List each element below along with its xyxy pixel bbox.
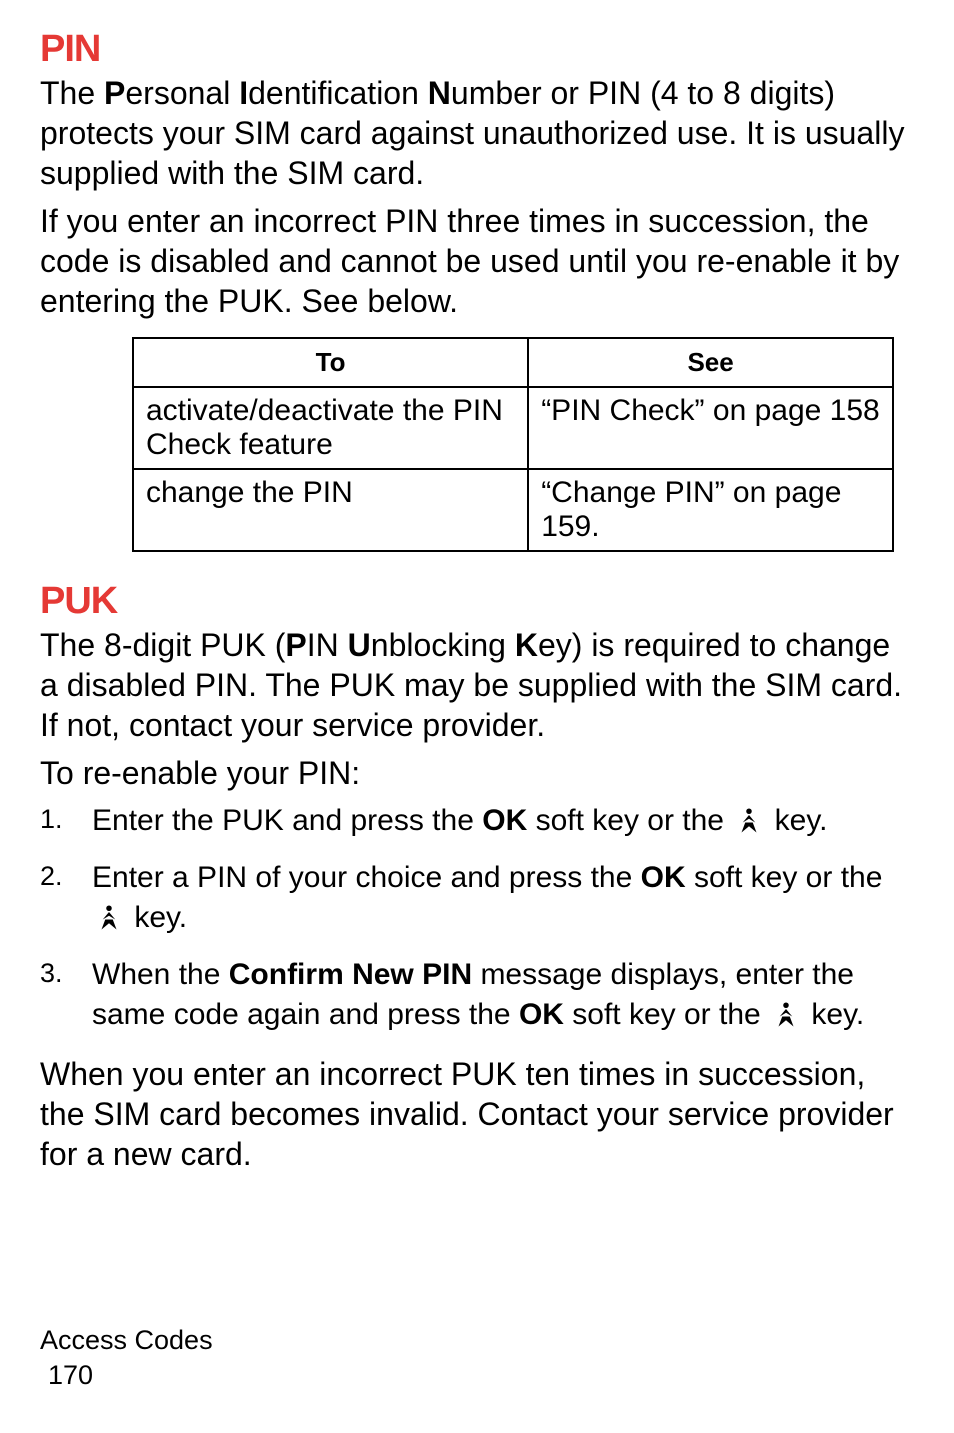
text-bold-n: N: [428, 75, 451, 111]
table-cell-see: “PIN Check” on page 158: [528, 387, 893, 469]
page-footer: Access Codes 170: [40, 1323, 213, 1393]
puk-paragraph-1: The 8-digit PUK (PIN Unblocking Key) is …: [40, 625, 914, 745]
text-fragment: soft key or the: [686, 861, 883, 894]
ok-label: OK: [519, 998, 564, 1031]
text-fragment: key.: [126, 901, 187, 934]
step-number: 1.: [40, 801, 63, 837]
pin-paragraph-2: If you enter an incorrect PIN three time…: [40, 201, 914, 321]
person-key-icon: [771, 999, 801, 1029]
text-bold-u: U: [348, 627, 371, 663]
text-fragment: soft key or the: [564, 998, 769, 1031]
text-bold-i: I: [239, 75, 248, 111]
confirm-new-pin-label: Confirm New PIN: [229, 958, 472, 991]
list-item: 3. When the Confirm New PIN message disp…: [40, 955, 914, 1036]
step-number: 3.: [40, 955, 63, 991]
text-fragment: nblocking: [371, 627, 515, 663]
pin-heading: PIN: [40, 28, 914, 71]
person-key-icon: [734, 805, 764, 835]
text-fragment: dentification: [248, 75, 428, 111]
text-bold-k: K: [515, 627, 538, 663]
footer-page-number: 170: [40, 1358, 213, 1393]
text-fragment: The: [40, 75, 104, 111]
table-cell-to: activate/deactivate the PIN Check featur…: [133, 387, 528, 469]
text-fragment: Enter the PUK and press the: [92, 804, 482, 837]
text-bold-p: P: [285, 627, 306, 663]
ok-label: OK: [641, 861, 686, 894]
table-header-to: To: [133, 338, 528, 387]
puk-paragraph-3: When you enter an incorrect PUK ten time…: [40, 1054, 914, 1174]
text-fragment: Enter a PIN of your choice and press the: [92, 861, 641, 894]
text-fragment: When the: [92, 958, 229, 991]
footer-section-name: Access Codes: [40, 1323, 213, 1358]
table-header-see: See: [528, 338, 893, 387]
text-fragment: soft key or the: [527, 804, 732, 837]
table-row: change the PIN “Change PIN” on page 159.: [133, 469, 893, 551]
person-key-icon: [94, 902, 124, 932]
pin-reference-table: To See activate/deactivate the PIN Check…: [132, 337, 894, 552]
text-fragment: key.: [803, 998, 864, 1031]
step-number: 2.: [40, 858, 63, 894]
puk-paragraph-2: To re-enable your PIN:: [40, 753, 914, 793]
text-fragment: ersonal: [125, 75, 239, 111]
list-item: 2. Enter a PIN of your choice and press …: [40, 858, 914, 939]
table-cell-to: change the PIN: [133, 469, 528, 551]
ok-label: OK: [482, 804, 527, 837]
puk-steps-list: 1. Enter the PUK and press the OK soft k…: [40, 801, 914, 1036]
table-cell-see: “Change PIN” on page 159.: [528, 469, 893, 551]
text-fragment: key.: [766, 804, 827, 837]
pin-paragraph-1: The Personal Identification Number or PI…: [40, 73, 914, 193]
list-item: 1. Enter the PUK and press the OK soft k…: [40, 801, 914, 842]
text-bold-p: P: [104, 75, 125, 111]
puk-heading: PUK: [40, 580, 914, 623]
text-fragment: IN: [307, 627, 348, 663]
table-row: activate/deactivate the PIN Check featur…: [133, 387, 893, 469]
text-fragment: The 8-digit PUK (: [40, 627, 285, 663]
table-header-row: To See: [133, 338, 893, 387]
